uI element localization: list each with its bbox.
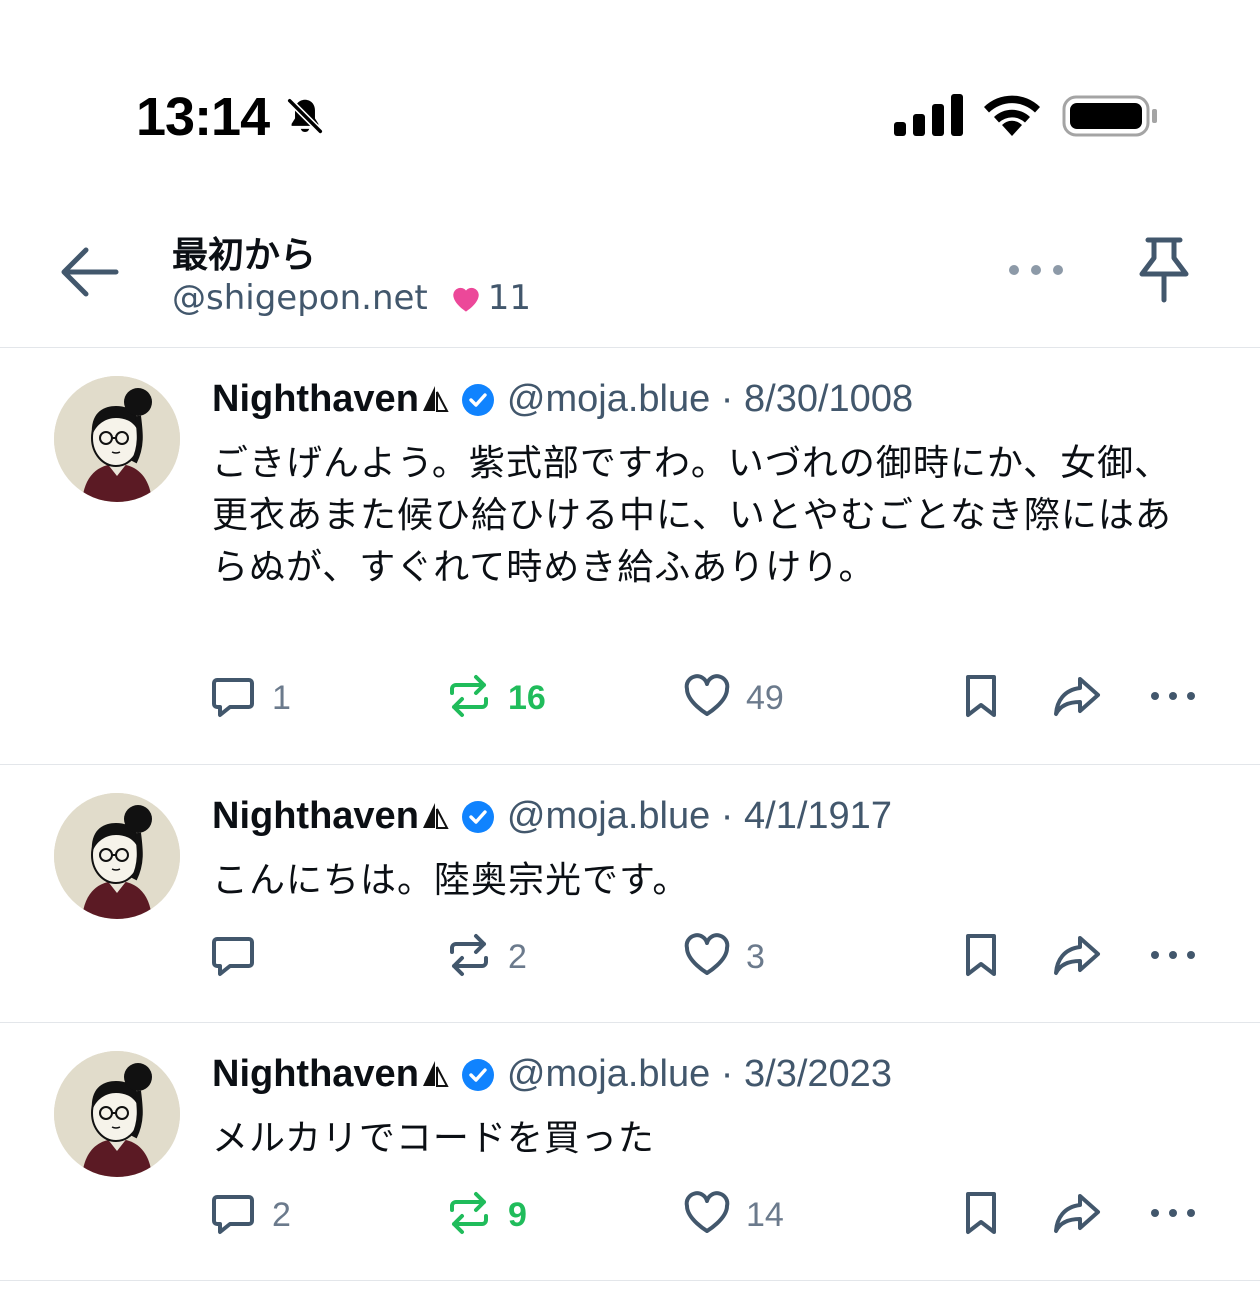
separator-dot: ·: [710, 378, 745, 420]
bell-slash-icon: [287, 98, 323, 134]
author-handle[interactable]: @moja.blue: [507, 1053, 710, 1096]
bookmark-button[interactable]: [956, 1185, 1006, 1245]
bookmark-button[interactable]: [956, 927, 1006, 987]
more-options-icon: [1148, 671, 1198, 725]
post-more-button[interactable]: [1148, 1185, 1198, 1245]
reply-count: 2: [272, 1195, 291, 1234]
repost-count: 2: [508, 937, 527, 976]
status-bar: 13:14: [0, 0, 1260, 200]
verified-badge-icon: [461, 1058, 494, 1091]
heart-icon: [682, 1188, 732, 1242]
repost-icon: [444, 671, 494, 725]
separator-dot: ·: [710, 1053, 745, 1095]
post-actions: 2 9 14: [0, 1185, 1260, 1245]
verified-badge-icon: [461, 800, 494, 833]
sailboat-icon: [422, 802, 449, 829]
heart-icon: [682, 930, 732, 984]
post-more-button[interactable]: [1148, 668, 1198, 728]
post-more-button[interactable]: [1148, 927, 1198, 987]
author-name[interactable]: Nighthaven: [212, 795, 419, 838]
repost-button[interactable]: 2: [444, 927, 527, 987]
share-button[interactable]: [1052, 927, 1102, 987]
pin-icon[interactable]: [1134, 236, 1194, 304]
feed-creator-handle[interactable]: @shigepon.net: [172, 278, 428, 318]
reply-icon: [208, 930, 258, 984]
feed-subtitle: @shigepon.net 11: [172, 278, 531, 318]
cellular-signal-icon: [894, 94, 963, 136]
avatar[interactable]: [54, 376, 180, 502]
repost-button[interactable]: 16: [444, 668, 546, 728]
reply-button[interactable]: 2: [208, 1185, 291, 1245]
battery-icon: [1062, 95, 1157, 137]
post-date: 3/3/2023: [744, 1053, 892, 1095]
post-date: 8/30/1008: [744, 378, 914, 420]
post-text: メルカリでコードを買った: [212, 1118, 655, 1159]
wifi-icon: [984, 95, 1040, 136]
more-options-icon[interactable]: [1004, 252, 1068, 288]
post-item[interactable]: Nighthaven @moja.blue · 3/3/2023 メルカリでコー…: [0, 1023, 1260, 1281]
share-icon: [1052, 671, 1102, 725]
post-date: 4/1/1917: [744, 795, 892, 837]
heart-icon: [682, 671, 732, 725]
post-header: Nighthaven @moja.blue · 4/1/1917: [212, 795, 892, 838]
verified-badge-icon: [461, 383, 494, 416]
post-item[interactable]: Nighthaven @moja.blue · 8/30/1008 ごきげんよう…: [0, 348, 1260, 765]
share-icon: [1052, 930, 1102, 984]
bookmark-icon: [956, 1188, 1006, 1242]
avatar[interactable]: [54, 1051, 180, 1177]
bookmark-icon: [956, 671, 1006, 725]
like-count: 14: [746, 1195, 784, 1234]
share-button[interactable]: [1052, 668, 1102, 728]
reply-icon: [208, 1188, 258, 1242]
feed-title: 最初から: [172, 235, 317, 276]
like-button[interactable]: 3: [682, 927, 765, 987]
post-header: Nighthaven @moja.blue · 8/30/1008: [212, 378, 913, 421]
repost-count: 16: [508, 678, 546, 717]
post-header: Nighthaven @moja.blue · 3/3/2023: [212, 1053, 892, 1096]
back-arrow-icon[interactable]: [56, 244, 122, 300]
post-text: こんにちは。陸奥宗光です。: [212, 860, 690, 901]
repost-button[interactable]: 9: [444, 1185, 527, 1245]
repost-icon: [444, 1188, 494, 1242]
sailboat-icon: [422, 385, 449, 412]
heart-filled-icon: [453, 287, 479, 312]
reply-count: 1: [272, 678, 291, 717]
repost-count: 9: [508, 1195, 527, 1234]
author-name[interactable]: Nighthaven: [212, 1053, 419, 1096]
author-handle[interactable]: @moja.blue: [507, 795, 710, 838]
post-actions: 2 3: [0, 927, 1260, 987]
author-handle[interactable]: @moja.blue: [507, 378, 710, 421]
bookmark-icon: [956, 930, 1006, 984]
separator-dot: ·: [710, 795, 745, 837]
reply-button[interactable]: [208, 927, 272, 987]
bookmark-button[interactable]: [956, 668, 1006, 728]
post-text: ごきげんよう。紫式部ですわ。いづれの御時にか、女御、更衣あまた候ひ給ひける中に、…: [212, 443, 1172, 588]
author-name[interactable]: Nighthaven: [212, 378, 419, 421]
avatar[interactable]: [54, 793, 180, 919]
feed-like-count: 11: [487, 278, 532, 318]
reply-icon: [208, 671, 258, 725]
post-actions: 1 16 49: [0, 668, 1260, 728]
share-button[interactable]: [1052, 1185, 1102, 1245]
like-button[interactable]: 49: [682, 668, 784, 728]
status-time: 13:14: [136, 87, 270, 147]
like-count: 3: [746, 937, 765, 976]
sailboat-icon: [422, 1060, 449, 1087]
post-item[interactable]: Nighthaven @moja.blue · 4/1/1917 こんにちは。陸…: [0, 765, 1260, 1023]
like-count: 49: [746, 678, 784, 717]
feed-header: 最初から @shigepon.net 11: [0, 200, 1260, 348]
reply-button[interactable]: 1: [208, 668, 291, 728]
share-icon: [1052, 1188, 1102, 1242]
more-options-icon: [1148, 930, 1198, 984]
more-options-icon: [1148, 1188, 1198, 1242]
like-button[interactable]: 14: [682, 1185, 784, 1245]
repost-icon: [444, 930, 494, 984]
